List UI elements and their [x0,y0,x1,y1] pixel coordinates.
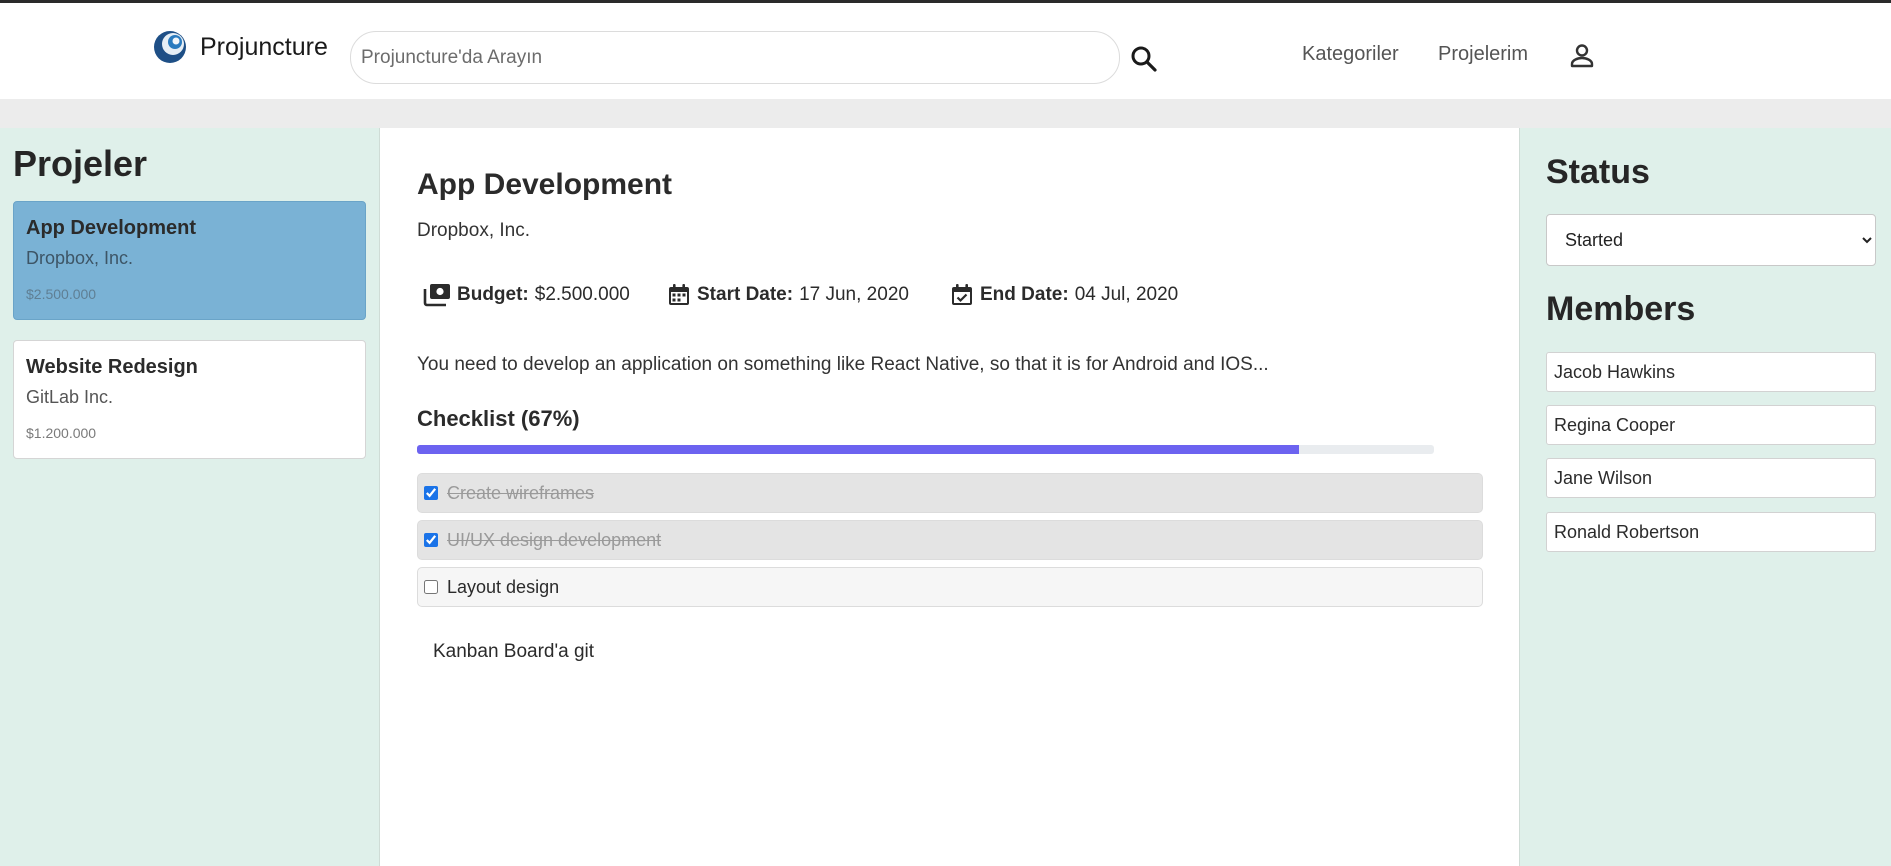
search-input[interactable] [350,31,1120,84]
kanban-board-link[interactable]: Kanban Board'a git [433,641,594,663]
checklist-item-label: UI/UX design development [447,529,662,550]
checklist-item-label: Create wireframes [447,482,595,503]
budget-value: $2.500.000 [534,284,630,305]
status-select[interactable]: Started [1546,214,1876,266]
checklist-checkbox[interactable] [424,486,438,500]
budget-info: Budget: $2.500.000 [423,283,630,307]
project-card-app-development[interactable]: App Development Dropbox, Inc. $2.500.000 [13,201,366,320]
member-item: Regina Cooper [1546,405,1876,445]
user-icon [1570,44,1594,68]
project-card-website-redesign[interactable]: Website Redesign GitLab Inc. $1.200.000 [13,340,366,459]
top-navbar: Projuncture Kategoriler Projelerim [0,3,1891,99]
calendar-check-icon [952,284,972,305]
end-date-value: 04 Jul, 2020 [1074,284,1179,305]
checklist-item[interactable]: UI/UX design development [417,520,1483,560]
checklist-title: Checklist (67%) [417,406,580,431]
project-title: App Development [417,168,673,201]
checklist-checkbox[interactable] [424,533,438,547]
money-icon [423,284,450,307]
status-title: Status [1546,153,1650,191]
project-description: You need to develop an application on so… [417,354,1269,375]
status-sidebar: Status Started Members Jacob Hawkins Reg… [1519,128,1891,866]
project-detail: App Development Dropbox, Inc. Budget: $2… [381,128,1519,866]
brand[interactable]: Projuncture [152,29,328,65]
brand-name: Projuncture [200,32,328,61]
checklist-progress-bar [417,445,1434,454]
project-company: Dropbox, Inc. [417,220,530,241]
member-item: Jacob Hawkins [1546,352,1876,392]
search-icon [1131,46,1157,72]
start-date-info: Start Date: 17 Jun, 2020 [667,283,909,307]
header-spacer [0,99,1891,128]
member-item: Jane Wilson [1546,458,1876,498]
project-card-budget: $1.200.000 [26,425,97,441]
member-item: Ronald Robertson [1546,512,1876,552]
project-card-title: App Development [26,217,197,239]
end-date-label: End Date: [980,284,1069,305]
projects-sidebar-title: Projeler [13,143,148,184]
nav-my-projects-link[interactable]: Projelerim [1438,43,1528,66]
checklist-item[interactable]: Create wireframes [417,473,1483,513]
checklist-checkbox[interactable] [424,580,438,594]
checklist-item-label: Layout design [447,576,560,597]
search-button[interactable] [1128,43,1160,75]
start-date-label: Start Date: [697,284,794,305]
brand-logo-icon [154,31,186,63]
calendar-icon [669,284,689,305]
members-title: Members [1546,290,1696,328]
projects-sidebar: Projeler App Development Dropbox, Inc. $… [0,128,380,866]
budget-label: Budget: [457,284,529,305]
end-date-info: End Date: 04 Jul, 2020 [950,283,1178,307]
checklist-item[interactable]: Layout design [417,567,1483,607]
project-card-title: Website Redesign [26,356,198,378]
profile-button[interactable] [1567,41,1597,71]
project-card-budget: $2.500.000 [26,286,97,302]
start-date-value: 17 Jun, 2020 [799,284,909,305]
project-card-company: GitLab Inc. [26,387,114,407]
project-card-company: Dropbox, Inc. [26,248,134,268]
checklist-progress-fill [417,445,1300,454]
nav-categories-link[interactable]: Kategoriler [1302,43,1399,66]
